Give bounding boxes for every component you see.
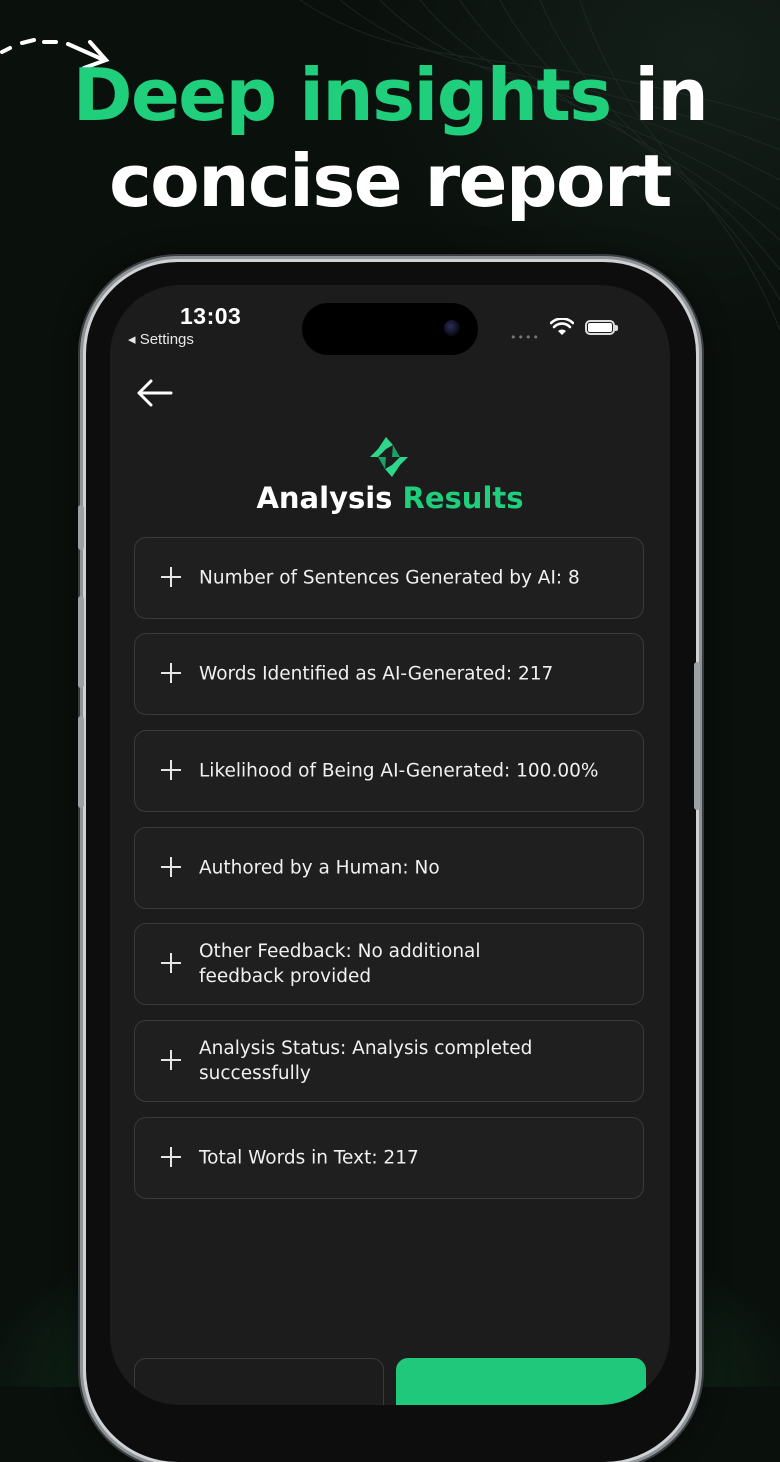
status-time: 13:03 (180, 303, 242, 329)
plus-icon (161, 857, 181, 877)
headline-rest: in (610, 53, 708, 137)
wifi-icon (550, 318, 574, 335)
result-item-feedback[interactable]: Other Feedback: No additional feedback p… (134, 923, 644, 1005)
result-item-ai-words[interactable]: Words Identified as AI-Generated: 217 (134, 633, 644, 715)
result-item-label: Total Words in Text: 217 (199, 1147, 419, 1169)
plus-icon (161, 567, 181, 587)
result-item-sentences[interactable]: Number of Sentences Generated by AI: 8 (134, 537, 644, 619)
result-item-label: Likelihood of Being AI-Generated: 100.00… (199, 760, 599, 782)
plus-icon (161, 953, 181, 973)
result-item-label: Other Feedback: No additional feedback p… (199, 941, 481, 987)
result-item-total-words[interactable]: Total Words in Text: 217 (134, 1117, 644, 1199)
phone-power-button (694, 662, 700, 810)
page-title: Analysis Results (110, 481, 670, 515)
signal-icon: •••• (510, 331, 540, 344)
headline-accent: Deep insights (72, 53, 613, 137)
result-item-label: Authored by a Human: No (199, 857, 440, 879)
plus-icon (161, 760, 181, 780)
phone-screen: 13:03 ◂ Settings •••• Analysis Results N… (110, 285, 670, 1405)
result-item-label: Number of Sentences Generated by AI: 8 (199, 567, 580, 589)
back-arrow-icon[interactable] (135, 377, 175, 409)
secondary-action-button[interactable] (134, 1358, 384, 1405)
status-back-to-settings[interactable]: ◂ Settings (128, 330, 194, 348)
plus-icon (161, 663, 181, 683)
phone-action-button (78, 505, 84, 550)
plus-icon (161, 1050, 181, 1070)
plus-icon (161, 1147, 181, 1167)
dynamic-island (302, 303, 478, 355)
camera-icon (444, 320, 460, 336)
battery-icon (585, 320, 618, 335)
phone-volume-down-button (78, 716, 84, 808)
result-item-label: Analysis Status: Analysis completed succ… (199, 1038, 533, 1084)
headline: Deep insights in concise report (0, 52, 780, 224)
result-item-likelihood[interactable]: Likelihood of Being AI-Generated: 100.00… (134, 730, 644, 812)
result-item-human[interactable]: Authored by a Human: No (134, 827, 644, 909)
title-accent: Results (402, 481, 524, 515)
sparkle-logo-icon (370, 437, 408, 477)
phone-volume-up-button (78, 596, 84, 688)
title-plain: Analysis (256, 481, 393, 515)
headline-line2: concise report (109, 139, 672, 223)
result-item-label: Words Identified as AI-Generated: 217 (199, 663, 554, 685)
primary-action-button[interactable] (396, 1358, 646, 1405)
result-item-status[interactable]: Analysis Status: Analysis completed succ… (134, 1020, 644, 1102)
